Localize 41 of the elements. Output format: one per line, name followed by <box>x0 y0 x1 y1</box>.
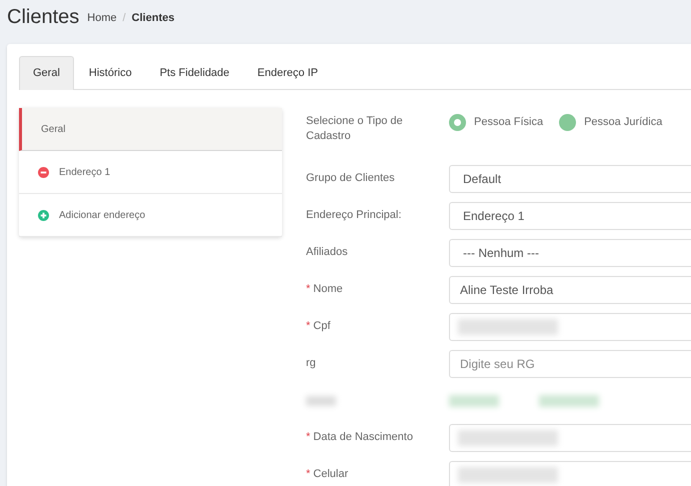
blurred-patch <box>449 394 499 406</box>
select-field[interactable]: Default <box>449 164 691 192</box>
radio-label: Pessoa Física <box>474 115 544 130</box>
input-field[interactable]: Digite seu RG <box>449 350 691 378</box>
field-label: Nome <box>313 282 343 297</box>
plus-circle-icon <box>38 210 49 220</box>
breadcrumb-link[interactable]: Home <box>87 10 117 26</box>
sidebar-item[interactable]: Endereço 1 <box>19 151 282 194</box>
breadcrumb-current: Clientes <box>132 10 174 26</box>
field-label: Endereço Principal: <box>306 208 402 223</box>
breadcrumb-separator: / <box>122 10 126 26</box>
required-mark: * <box>306 282 310 297</box>
required-mark: * <box>306 319 310 334</box>
radio-button[interactable] <box>559 114 576 131</box>
blurred-patch <box>539 394 599 406</box>
blurred-text <box>306 396 336 406</box>
radio-button[interactable] <box>449 114 466 131</box>
field-label: Data de Nascimento <box>313 430 413 445</box>
field-label: rg <box>306 356 316 371</box>
radio-label: Pessoa Jurídica <box>584 115 662 130</box>
tab[interactable]: Histórico <box>76 56 145 90</box>
tab[interactable]: Endereço IP <box>244 56 331 90</box>
select-field[interactable]: Endereço 1 <box>449 202 691 230</box>
field-label: Celular <box>313 467 348 482</box>
select-field[interactable]: --- Nenhum --- <box>449 238 691 266</box>
minus-circle-icon <box>38 166 49 178</box>
field-label: Cpf <box>313 319 330 334</box>
input-field[interactable] <box>449 312 691 340</box>
sidebar-item[interactable]: Adicionar endereço <box>19 194 282 237</box>
field-label: Afiliados <box>306 245 348 260</box>
input-field[interactable]: Aline Teste Irroba <box>449 276 691 304</box>
page-title: Clientes <box>7 5 80 30</box>
tab[interactable]: Geral <box>19 56 74 90</box>
sidebar-item[interactable]: Geral <box>19 108 282 151</box>
tab[interactable]: Pts Fidelidade <box>146 56 242 90</box>
input-field[interactable] <box>449 424 691 452</box>
input-field[interactable] <box>449 460 691 486</box>
required-mark: * <box>306 430 310 445</box>
required-mark: * <box>306 467 310 482</box>
field-label: Grupo de Clientes <box>306 171 395 186</box>
field-label: Selecione o Tipo de Cadastro <box>306 114 404 144</box>
